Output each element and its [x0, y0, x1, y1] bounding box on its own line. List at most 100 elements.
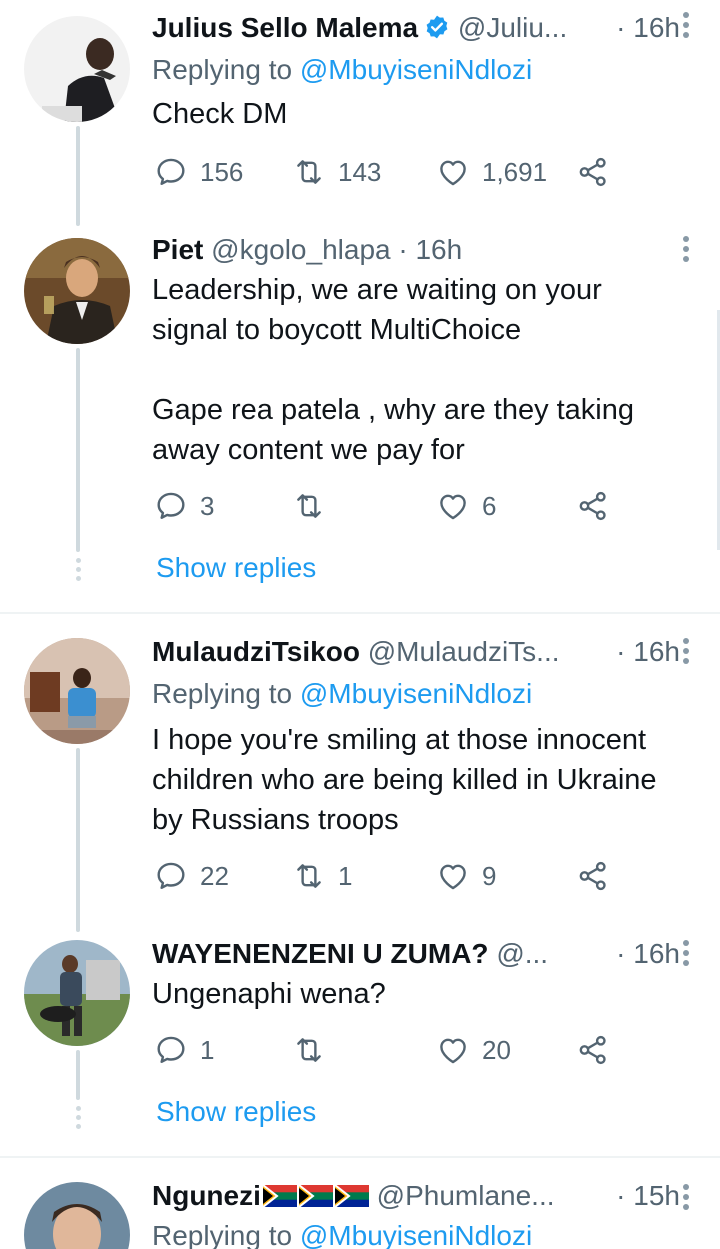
retweet-button[interactable]: 1: [292, 854, 352, 898]
avatar[interactable]: [24, 16, 130, 122]
heart-icon: [436, 1033, 470, 1067]
replying-to: Replying to @MbuyiseniNdlozi: [152, 1218, 532, 1249]
reply-count: 3: [200, 490, 215, 521]
share-button[interactable]: [576, 1028, 622, 1072]
heart-icon: [436, 859, 470, 893]
author-handle[interactable]: @MulaudziTs...: [368, 636, 560, 667]
thread-dots: [74, 558, 82, 585]
share-button[interactable]: [576, 150, 622, 194]
thread-line: [76, 748, 80, 932]
more-options-icon[interactable]: [678, 1184, 694, 1214]
tweet-actions: 3 6: [152, 484, 622, 528]
thread-dots: [74, 1106, 82, 1133]
timestamp[interactable]: · 16h: [398, 234, 462, 265]
tweet-1[interactable]: Julius Sello Malema @Juliu... · 16h Repl…: [0, 0, 720, 226]
reply-button[interactable]: 3: [154, 484, 214, 528]
replying-prefix: Replying to: [152, 678, 300, 709]
reply-button[interactable]: 22: [154, 854, 229, 898]
reply-icon: [154, 155, 188, 189]
like-button[interactable]: 9: [436, 854, 496, 898]
tweet-4[interactable]: WAYENENZENI U ZUMA? @... · 16h Ungenaphi…: [0, 928, 720, 1158]
retweet-button[interactable]: 143: [292, 150, 381, 194]
author-handle[interactable]: @...: [496, 938, 548, 969]
show-replies-link[interactable]: Show replies: [156, 548, 316, 588]
replying-to-link[interactable]: @MbuyiseniNdlozi: [300, 54, 532, 85]
replying-to: Replying to @MbuyiseniNdlozi: [152, 676, 532, 712]
author-name[interactable]: WAYENENZENI U ZUMA?: [152, 938, 489, 969]
replying-to: Replying to @MbuyiseniNdlozi: [152, 52, 532, 88]
south-africa-flag-icon: [335, 1185, 369, 1207]
retweet-button[interactable]: [292, 484, 338, 528]
heart-icon: [436, 155, 470, 189]
south-africa-flag-icon: [263, 1185, 297, 1207]
timestamp[interactable]: · 16h: [610, 632, 680, 672]
retweet-icon: [292, 1033, 326, 1067]
share-icon: [576, 155, 610, 189]
reply-button[interactable]: 1: [154, 1028, 214, 1072]
reply-button[interactable]: 156: [154, 150, 243, 194]
replying-to-link[interactable]: @MbuyiseniNdlozi: [300, 1220, 532, 1249]
tweet-header: Ngunezi @Phumlane... · 15h: [152, 1176, 680, 1216]
share-icon: [576, 489, 610, 523]
like-button[interactable]: 6: [436, 484, 496, 528]
divider: [0, 612, 720, 614]
tweet-3[interactable]: MulaudziTsikoo @MulaudziTs... · 16h Repl…: [0, 626, 720, 932]
timestamp[interactable]: · 16h: [610, 8, 680, 48]
thread-line: [76, 126, 80, 226]
tweet-header: MulaudziTsikoo @MulaudziTs... · 16h: [152, 632, 680, 672]
author-handle[interactable]: @Phumlane...: [377, 1180, 555, 1211]
like-button[interactable]: 20: [436, 1028, 511, 1072]
tweet-actions: 156 143 1,691: [152, 150, 622, 194]
divider: [0, 1156, 720, 1158]
tweet-text: Check DM: [152, 98, 288, 130]
show-replies-link[interactable]: Show replies: [156, 1092, 316, 1132]
avatar[interactable]: [24, 940, 130, 1046]
reply-icon: [154, 859, 188, 893]
share-button[interactable]: [576, 854, 622, 898]
retweet-button[interactable]: [292, 1028, 338, 1072]
like-button[interactable]: 1,691: [436, 150, 547, 194]
tweet-actions: 1 20: [152, 1028, 622, 1072]
retweet-icon: [292, 489, 326, 523]
like-count: 6: [482, 490, 497, 521]
replying-prefix: Replying to: [152, 1220, 300, 1249]
timestamp[interactable]: · 15h: [610, 1176, 680, 1216]
tweet-5[interactable]: Ngunezi @Phumlane... · 15h Replying to @…: [0, 1170, 720, 1249]
verified-badge-icon: [426, 15, 448, 39]
reply-count: 22: [200, 860, 229, 891]
reply-count: 156: [200, 156, 244, 187]
avatar[interactable]: [24, 238, 130, 344]
thread-line: [76, 1050, 80, 1100]
share-icon: [576, 859, 610, 893]
replying-to-link[interactable]: @MbuyiseniNdlozi: [300, 678, 532, 709]
tweet-header: Piet @kgolo_hlapa · 16h: [152, 230, 680, 270]
timestamp[interactable]: · 16h: [610, 934, 680, 974]
tweet-text: Leadership, we are waiting on your signa…: [152, 274, 635, 466]
avatar[interactable]: [24, 638, 130, 744]
author-name[interactable]: MulaudziTsikoo: [152, 636, 360, 667]
retweet-icon: [292, 859, 326, 893]
avatar[interactable]: [24, 1182, 130, 1249]
more-options-icon[interactable]: [678, 940, 694, 970]
more-options-icon[interactable]: [678, 12, 694, 42]
tweet-2[interactable]: Piet @kgolo_hlapa · 16h Leadership, we a…: [0, 226, 720, 614]
like-count: 20: [482, 1034, 511, 1065]
author-name[interactable]: Julius Sello Malema: [152, 12, 418, 43]
author-name[interactable]: Ngunezi: [152, 1180, 261, 1211]
more-options-icon[interactable]: [678, 236, 694, 266]
reply-icon: [154, 489, 188, 523]
author-handle[interactable]: @kgolo_hlapa: [211, 234, 390, 265]
author-name[interactable]: Piet: [152, 234, 203, 265]
more-options-icon[interactable]: [678, 638, 694, 668]
tweet-header: Julius Sello Malema @Juliu... · 16h: [152, 8, 680, 48]
share-icon: [576, 1033, 610, 1067]
tweet-header: WAYENENZENI U ZUMA? @... · 16h: [152, 934, 680, 974]
author-handle[interactable]: @Juliu...: [458, 12, 567, 43]
retweet-icon: [292, 155, 326, 189]
like-count: 9: [482, 860, 497, 891]
retweet-count: 1: [338, 860, 353, 891]
like-count: 1,691: [482, 156, 548, 187]
reply-icon: [154, 1033, 188, 1067]
share-button[interactable]: [576, 484, 622, 528]
tweet-text: I hope you're smiling at those innocent …: [152, 724, 657, 836]
